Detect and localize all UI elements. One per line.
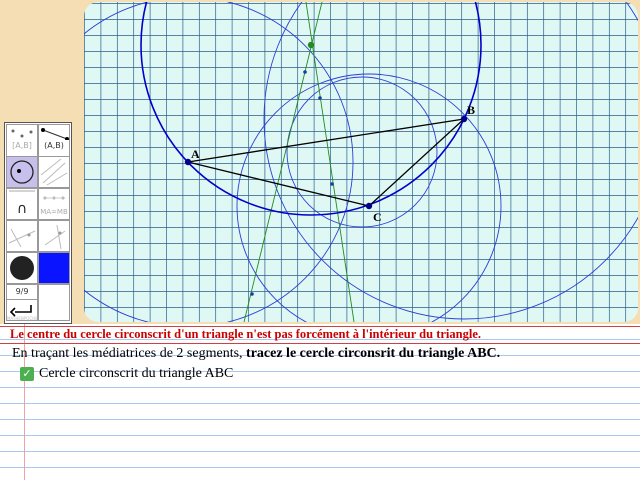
warning-bottom-rule (0, 343, 640, 344)
ruler-icon (8, 228, 36, 248)
closed-segment-tool-button[interactable]: [A,B] (6, 140, 38, 157)
vertex-label-a: A (191, 147, 200, 161)
intersection-point[interactable] (303, 70, 307, 74)
compass-icon (44, 224, 66, 250)
vertex-point-c[interactable] (365, 202, 373, 210)
construction-circle[interactable] (263, 2, 638, 320)
line-icon: (A,B) (44, 141, 64, 150)
checkmark-icon: ✓ (20, 367, 34, 381)
warning-text: Le centre du cercle circonscrit d'un tri… (10, 327, 481, 341)
intersection-point[interactable] (330, 182, 334, 186)
closed-segment-icon: [A,B] (12, 141, 32, 150)
svg-text:∩: ∩ (17, 201, 27, 217)
tool-palette: [A,B] (A,B) ∩ MA=MB 9/9 MATHENPOCHE (4, 122, 72, 324)
instruction-text: En traçant les médiatrices de 2 segments… (12, 346, 500, 362)
exercise-notebook: Le centre du cercle circonscrit d'un tri… (0, 324, 640, 480)
triangle-side-ac[interactable] (187, 161, 370, 207)
page-counter: 9/9 (6, 284, 38, 300)
compass-tool-button[interactable] (38, 220, 70, 252)
instruction-bold: tracez le cercle circonsrit du triangle … (246, 346, 501, 361)
line-tool-button[interactable]: (A,B) (38, 140, 70, 157)
vertex-label-b: B (467, 103, 475, 117)
perpendicular-tool-button[interactable] (38, 156, 70, 188)
intersection-point[interactable] (250, 292, 254, 296)
perpendicular-bisector-line[interactable] (243, 2, 323, 322)
color-fill-tool-button[interactable] (6, 252, 38, 284)
toolbar-footer: MATHENPOCHE (7, 316, 38, 321)
triangle-side-ab[interactable] (187, 118, 465, 163)
task-label: Cercle circonscrit du triangle ABC (39, 366, 234, 381)
vertex-label-c: C (373, 210, 382, 224)
circle-center-point-icon (10, 160, 34, 184)
page-counter-icon: 9/9 (15, 287, 29, 296)
task-item: ✓ Cercle circonscrit du triangle ABC (20, 366, 233, 382)
intersection-icon: ∩ (9, 190, 35, 217)
empty-tool-slot (38, 284, 70, 321)
intersection-tool-button[interactable]: ∩ (6, 188, 38, 220)
geometry-canvas[interactable]: A B C (84, 2, 638, 322)
perpendicular-bisector-icon: MA=MB (40, 208, 68, 216)
ruler-tool-button[interactable] (6, 220, 38, 252)
circle-tool-button[interactable] (6, 156, 38, 188)
instruction-plain: En traçant les médiatrices de 2 segments… (12, 346, 247, 361)
perpendicular-bisector-tool-button[interactable]: MA=MB (38, 188, 70, 220)
construction-circle[interactable] (84, 2, 354, 322)
drawing-area[interactable]: A B C (84, 2, 638, 322)
grid (84, 2, 638, 322)
circumcenter-point[interactable] (307, 41, 315, 49)
color-fill-icon (10, 256, 34, 280)
intersection-point[interactable] (318, 96, 322, 100)
perpendicular-lines-icon (40, 158, 68, 186)
blue-swatch-button[interactable] (38, 252, 70, 284)
